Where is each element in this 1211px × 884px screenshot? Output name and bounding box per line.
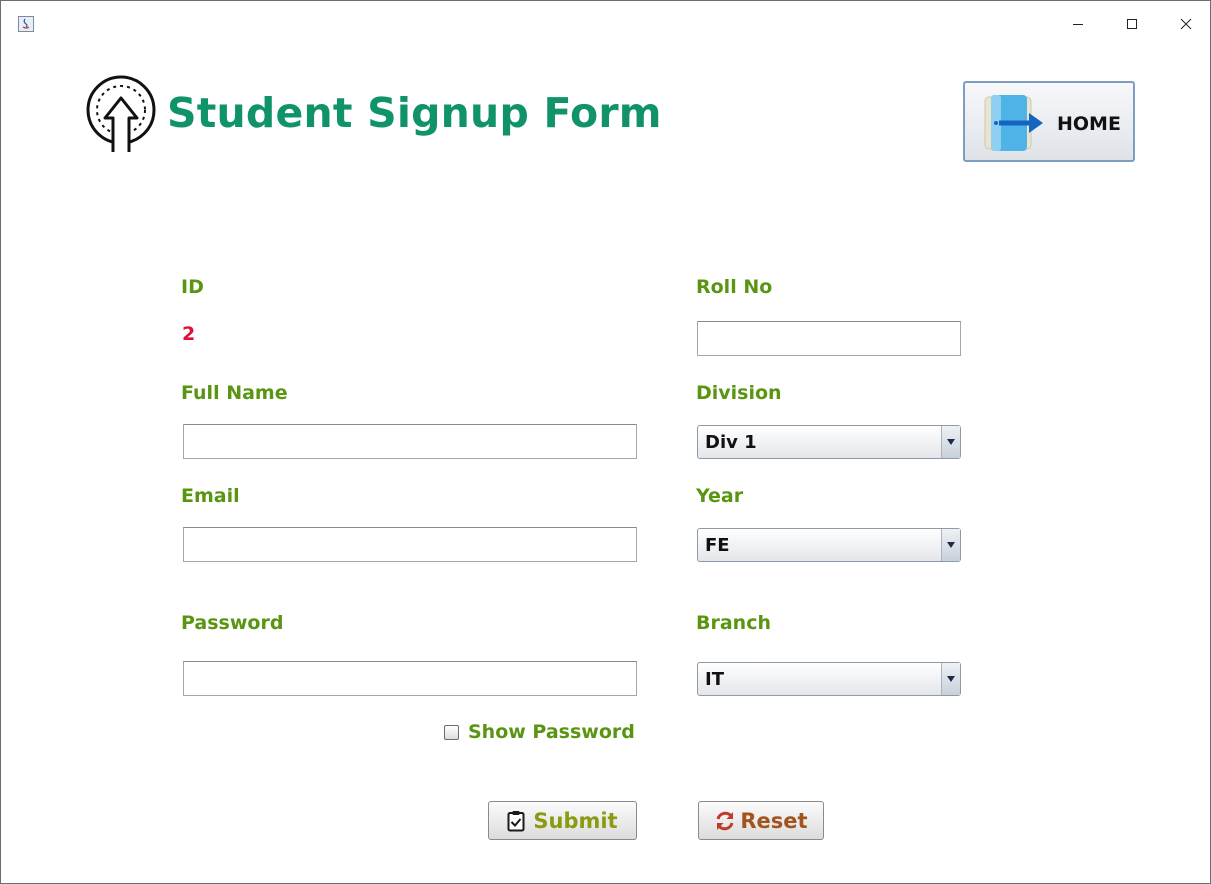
id-label: ID xyxy=(181,276,204,298)
clipboard-check-icon xyxy=(507,810,525,831)
reset-button-label: Reset xyxy=(740,808,808,833)
maximize-icon xyxy=(1127,19,1137,29)
year-selected-value: FE xyxy=(705,535,730,556)
full-name-field[interactable] xyxy=(183,424,637,459)
division-label: Division xyxy=(696,382,782,404)
show-password-label: Show Password xyxy=(468,721,635,743)
refresh-icon xyxy=(716,811,734,830)
maximize-button[interactable] xyxy=(1117,11,1147,37)
app-window: Student Signup Form HOME ID 2 Full Name … xyxy=(0,0,1211,884)
password-field[interactable] xyxy=(183,661,637,696)
submit-button-label: Submit xyxy=(533,808,618,833)
page-title: Student Signup Form xyxy=(167,89,662,137)
division-select[interactable]: Div 1 xyxy=(697,425,961,459)
close-icon xyxy=(1180,18,1192,30)
branch-select[interactable]: IT xyxy=(697,662,961,696)
division-dropdown-arrow[interactable] xyxy=(941,426,960,458)
show-password-checkbox[interactable]: Show Password xyxy=(444,721,635,743)
minimize-icon xyxy=(1073,24,1083,25)
reset-button[interactable]: Reset xyxy=(698,801,824,840)
chevron-down-icon xyxy=(947,542,955,548)
exit-door-icon xyxy=(984,95,1043,151)
year-label: Year xyxy=(696,485,744,507)
close-button[interactable] xyxy=(1171,11,1201,37)
roll-no-label: Roll No xyxy=(696,276,773,298)
chevron-down-icon xyxy=(947,676,955,682)
branch-dropdown-arrow[interactable] xyxy=(941,663,960,695)
checkbox-box[interactable] xyxy=(444,724,459,740)
roll-no-field[interactable] xyxy=(697,321,961,356)
minimize-button[interactable] xyxy=(1063,11,1093,37)
branch-label: Branch xyxy=(696,612,771,634)
division-selected-value: Div 1 xyxy=(705,432,757,453)
email-field[interactable] xyxy=(183,527,637,562)
branch-selected-value: IT xyxy=(705,669,724,690)
java-app-icon xyxy=(18,16,34,32)
chevron-down-icon xyxy=(947,439,955,445)
submit-button[interactable]: Submit xyxy=(488,801,637,840)
year-select[interactable]: FE xyxy=(697,528,961,562)
email-label: Email xyxy=(181,485,240,507)
home-button[interactable]: HOME xyxy=(963,81,1135,162)
id-value: 2 xyxy=(182,323,196,345)
year-dropdown-arrow[interactable] xyxy=(941,529,960,561)
full-name-label: Full Name xyxy=(181,382,288,404)
home-button-label: HOME xyxy=(1057,113,1121,135)
upload-circle-icon xyxy=(86,75,156,152)
password-label: Password xyxy=(181,612,284,634)
